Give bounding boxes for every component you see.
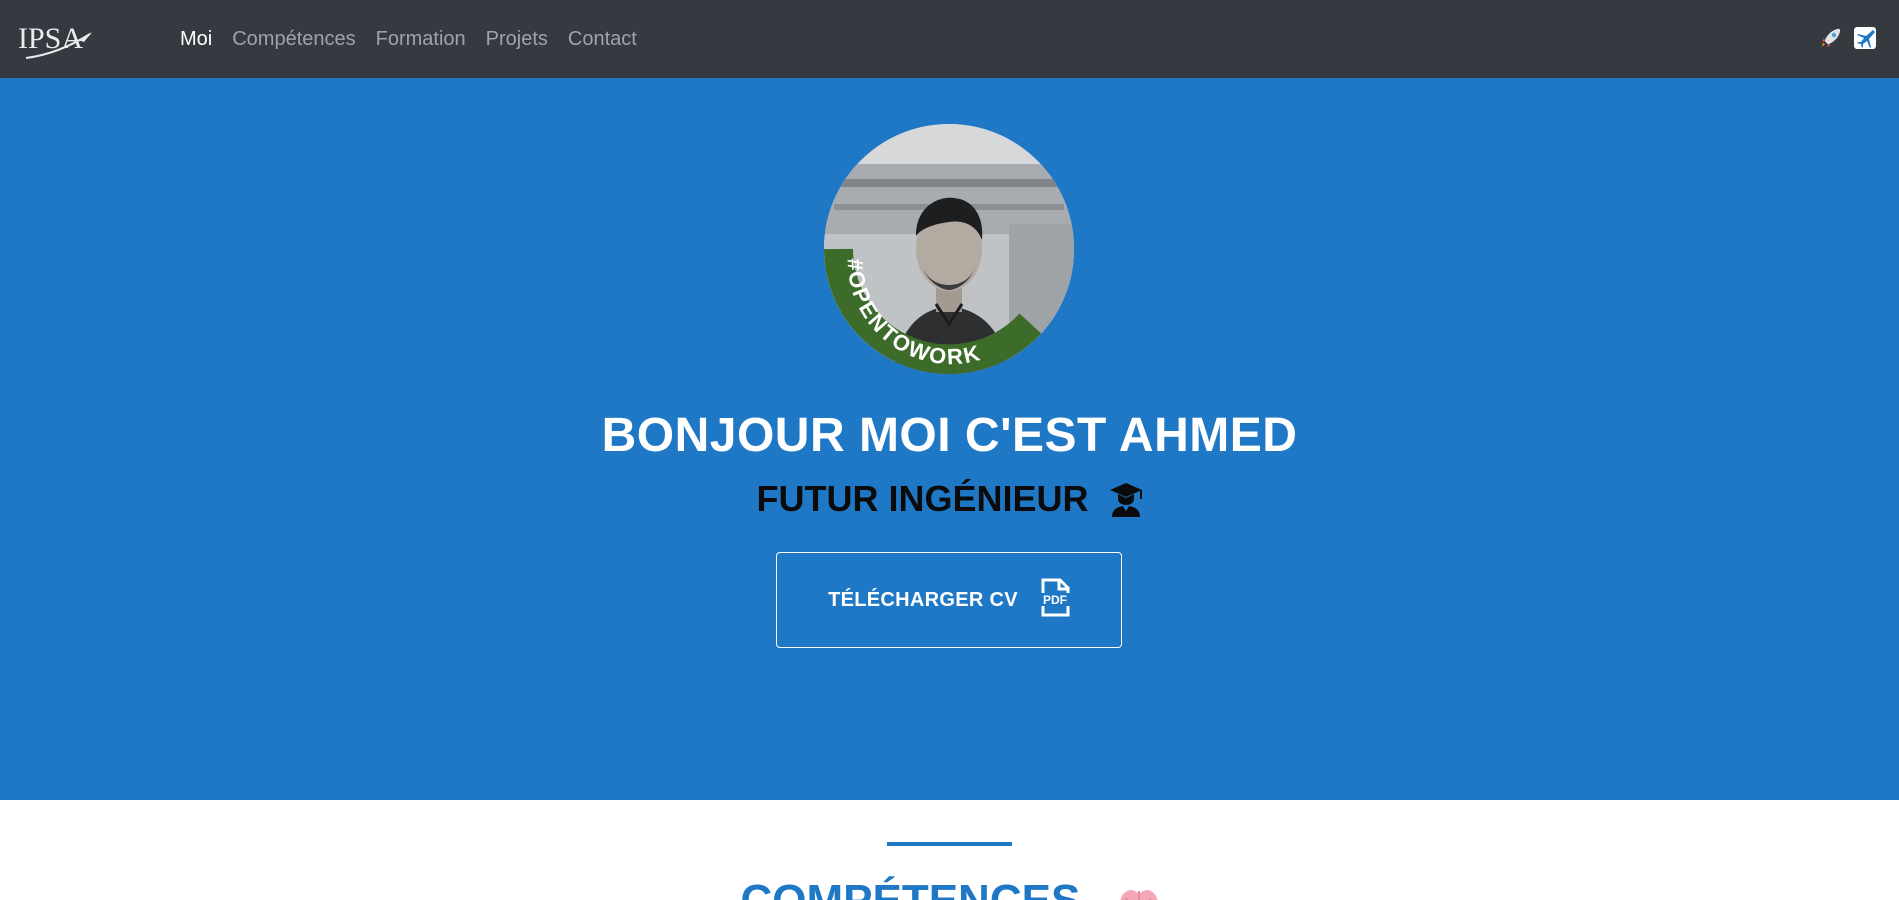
competences-title-text: COMPÉTENCES <box>740 876 1080 900</box>
hero-title: BONJOUR MOI C'EST AHMED <box>601 409 1298 462</box>
competences-title: COMPÉTENCES <box>0 876 1899 900</box>
nav-link-projets[interactable]: Projets <box>486 28 548 51</box>
nav-link-contact[interactable]: Contact <box>568 28 637 51</box>
nav-icons <box>1819 26 1877 50</box>
nav-link-moi[interactable]: Moi <box>180 28 212 51</box>
section-divider <box>887 842 1012 846</box>
brain-icon <box>1119 885 1159 900</box>
nav-link-competences[interactable]: Compétences <box>232 28 355 51</box>
hero-subtitle-text: FUTUR INGÉNIEUR <box>756 478 1089 519</box>
hero-subtitle: FUTUR INGÉNIEUR <box>0 478 1899 520</box>
navbar: IPSA Moi Compétences Formation Projets C… <box>0 0 1899 78</box>
rocket-icon[interactable] <box>1819 26 1843 50</box>
download-cv-button[interactable]: TÉLÉCHARGER CV PDF <box>776 552 1122 648</box>
nav-link-formation[interactable]: Formation <box>376 28 466 51</box>
avatar: #OPENTOWORK <box>824 124 1074 374</box>
svg-text:PDF: PDF <box>1043 593 1067 607</box>
download-cv-label: TÉLÉCHARGER CV <box>828 588 1018 611</box>
ipsa-logo[interactable]: IPSA <box>18 14 94 64</box>
airplane-icon[interactable] <box>1853 26 1877 50</box>
nav-links: Moi Compétences Formation Projets Contac… <box>180 0 657 78</box>
svg-text:IPSA: IPSA <box>18 22 83 55</box>
pdf-file-icon: PDF <box>1018 578 1070 623</box>
graduate-icon <box>1109 481 1143 517</box>
